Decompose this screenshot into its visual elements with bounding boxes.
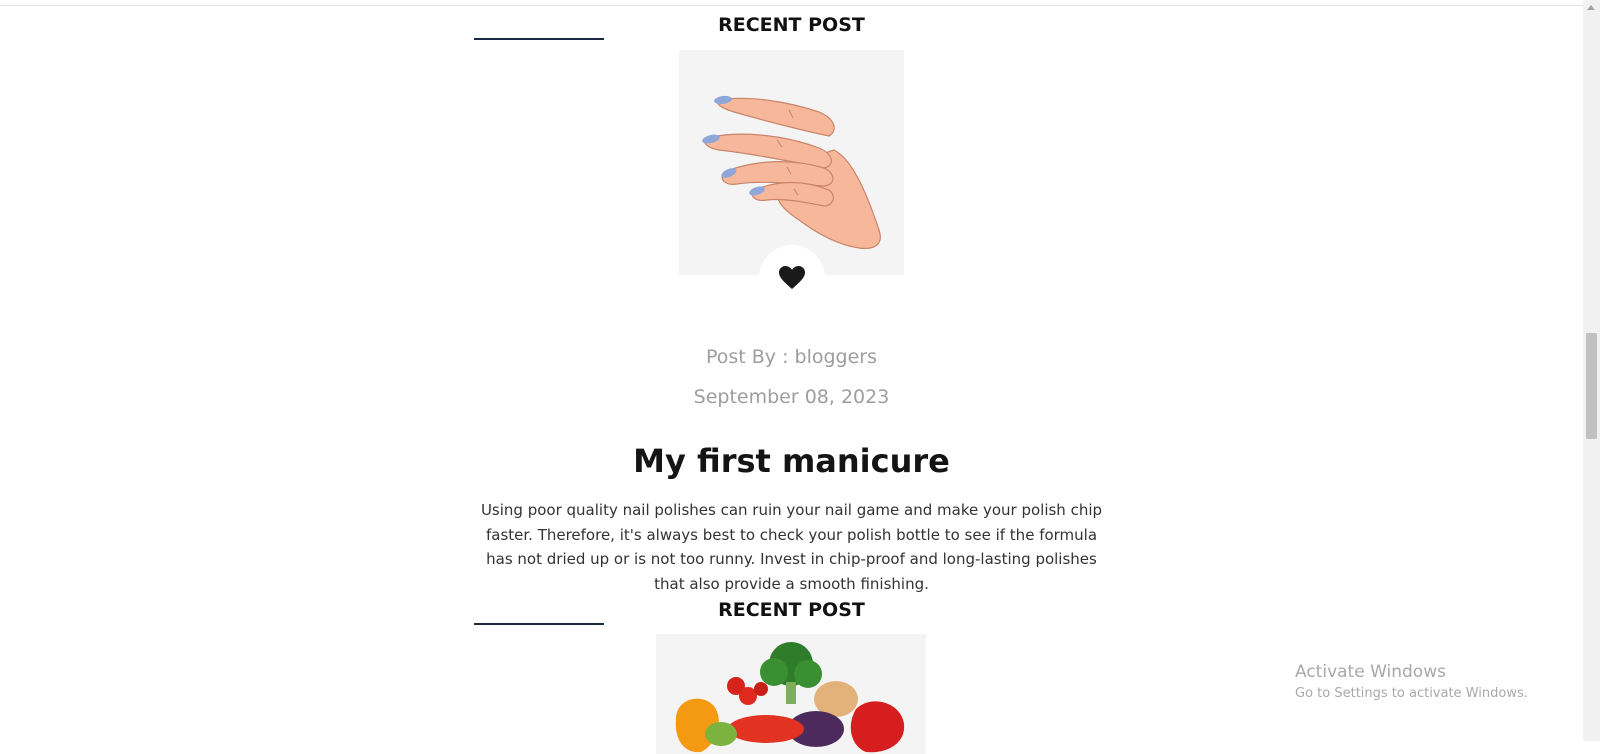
- section-heading-recent-post: RECENT POST: [718, 14, 865, 36]
- section-heading-recent-post: RECENT POST: [718, 599, 865, 621]
- post-author: Post By : bloggers: [705, 346, 878, 368]
- post-date: September 08, 2023: [693, 386, 890, 408]
- vegetables-illustration: [675, 642, 905, 753]
- top-divider: [0, 5, 1583, 6]
- hand-illustration: [702, 95, 881, 250]
- scroll-up-arrow-icon[interactable]: [1587, 5, 1595, 10]
- post-excerpt: Using poor quality nail polishes can rui…: [480, 501, 1103, 593]
- post-title[interactable]: My first manicure: [0, 442, 1583, 480]
- section-heading-underline: [474, 38, 604, 40]
- scrollbar-thumb[interactable]: [1586, 333, 1597, 439]
- activate-windows-subtitle: Go to Settings to activate Windows.: [1295, 686, 1528, 701]
- post-thumbnail-vegetables[interactable]: [656, 634, 926, 754]
- section-heading-underline: [474, 623, 604, 625]
- activate-windows-title: Activate Windows: [1295, 662, 1446, 682]
- post-thumbnail-hand[interactable]: [679, 50, 904, 275]
- like-button[interactable]: [759, 245, 825, 311]
- heart-icon: [779, 266, 805, 289]
